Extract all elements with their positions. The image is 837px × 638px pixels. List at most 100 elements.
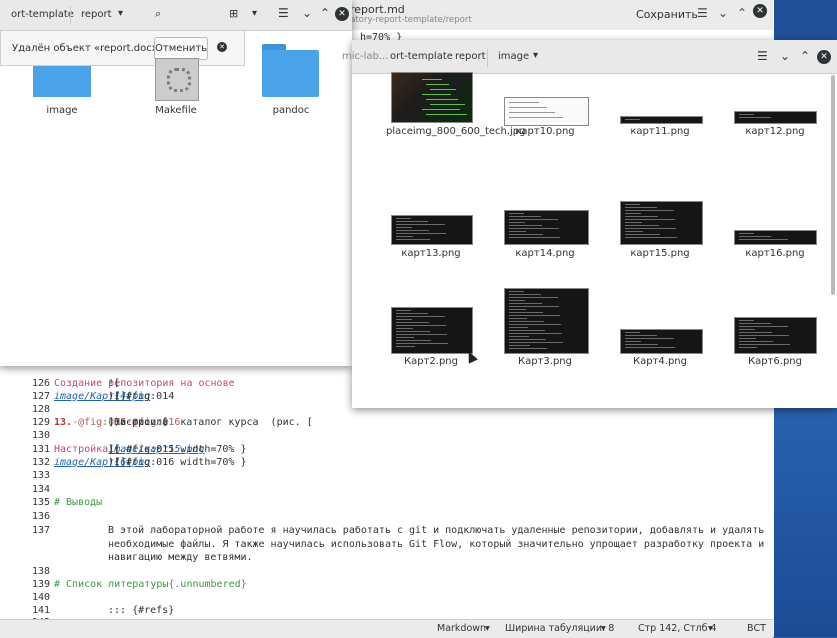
fm2-headerbar: mic-lab... ort-template report image ▾ ☰…: [342, 40, 837, 74]
image-thumbnail[interactable]: [620, 329, 703, 354]
image-thumbnail[interactable]: [620, 201, 703, 245]
menu-icon[interactable]: ☰: [757, 49, 768, 63]
text-span: ){ #fig:015 width=70% }: [108, 444, 247, 455]
notification-text: Удалён объект «report.docx»: [12, 43, 164, 54]
editor-statusbar: Markdown ▾ Ширина табуляции: 8 ▾ Стр 142…: [0, 619, 773, 638]
fm1-headerbar: ort-template report ▾ ⌕ ⊞ ▾ ☰ ⌄ ⌃ ✕: [0, 0, 352, 31]
close-icon[interactable]: ✕: [817, 50, 831, 64]
menu-icon[interactable]: ☰: [697, 6, 708, 20]
image-filename: Карт6.png: [748, 356, 802, 367]
line-number: 138: [31, 566, 50, 577]
syntax-selector[interactable]: Markdown: [437, 623, 486, 634]
item-label: image: [46, 105, 78, 116]
line-number: 133: [31, 470, 50, 481]
maximize-icon[interactable]: ⌃: [320, 6, 330, 20]
minimize-icon[interactable]: ⌄: [718, 6, 728, 20]
image-thumbnail[interactable]: [734, 111, 817, 124]
image-filename: Карт4.png: [633, 356, 687, 367]
image-thumbnail[interactable]: [391, 215, 473, 245]
breadcrumb-parent[interactable]: mic-lab...: [342, 51, 388, 62]
line-number: 127: [31, 391, 50, 402]
item-label: Makefile: [155, 105, 197, 116]
text-line[interactable]: ![](image/Карт14.png){ #fig:014: [54, 391, 174, 402]
image-thumbnail[interactable]: [504, 288, 589, 354]
close-icon[interactable]: ✕: [753, 4, 767, 18]
chevron-down-icon[interactable]: ▾: [533, 50, 538, 61]
text-line[interactable]: ![](image/Карт16.png){ #fig:016 width=70…: [54, 457, 246, 468]
image-thumbnail[interactable]: [620, 116, 703, 124]
text-span: ![: [108, 378, 121, 389]
close-icon[interactable]: ✕: [335, 7, 349, 21]
image-filename: карт12.png: [745, 126, 805, 137]
tab-width-selector[interactable]: Ширина табуляции: 8: [505, 623, 614, 634]
text-span: ){ #fig:014: [108, 391, 175, 402]
image-filename: Карт3.png: [518, 356, 572, 367]
line-number: 132: [31, 457, 50, 468]
text-span: ){ #fig:016 width=70% }: [108, 457, 247, 468]
minimize-icon[interactable]: ⌄: [780, 49, 790, 63]
breadcrumb-divider: [487, 49, 488, 67]
insert-mode: ВСТ: [747, 623, 766, 634]
image-thumbnail[interactable]: [391, 307, 473, 354]
text-span: Настройка: [54, 444, 109, 455]
image-thumbnail[interactable]: [504, 210, 589, 245]
line-number: 128: [31, 404, 50, 415]
minimize-icon[interactable]: ⌄: [302, 6, 312, 20]
breadcrumb-report[interactable]: report: [81, 9, 112, 20]
view-toggle-icon[interactable]: ⊞: [229, 7, 238, 20]
text-line[interactable]: ![Настройка](image/карт15.png){ #fig:015…: [54, 444, 246, 455]
text-span: навигацию между ветвями.: [108, 552, 253, 563]
save-button[interactable]: Сохранить: [636, 8, 698, 21]
line-number: 139: [31, 579, 50, 590]
text-span: необходимые файлы. Я также научилась исп…: [108, 539, 765, 550]
text-span: # Выводы: [54, 497, 103, 508]
tab-width-dropdown-icon[interactable]: ▾: [601, 623, 606, 634]
cursor-position[interactable]: Стр 142, Стлб 4: [638, 623, 717, 634]
image-filename: карт16.png: [745, 248, 805, 259]
folder-image-item[interactable]: [33, 66, 91, 97]
breadcrumb-report[interactable]: report: [455, 51, 486, 62]
image-filename: карт11.png: [630, 126, 690, 137]
line-number: 131: [31, 444, 50, 455]
image-thumbnail[interactable]: [391, 72, 473, 123]
text-span: Создание репозитория на основе: [54, 378, 235, 389]
text-span: ]): [108, 417, 121, 428]
breadcrumb-ort-template[interactable]: ort-template: [390, 51, 453, 62]
text-line[interactable]: ![Создание репозитория на основе: [54, 378, 235, 389]
text-line[interactable]: # Выводы: [54, 497, 102, 508]
text-span: 13.: [54, 417, 73, 428]
search-icon[interactable]: ⌕: [155, 7, 161, 21]
image-thumbnail[interactable]: [504, 97, 589, 126]
menu-icon[interactable]: ☰: [278, 6, 289, 20]
line-number: 137: [31, 525, 50, 536]
image-filename: карт13.png: [401, 248, 461, 259]
maximize-icon[interactable]: ⌃: [737, 6, 747, 20]
line-number: 141: [31, 605, 50, 616]
text-line[interactable]: # Список литературы{.unnumbered}: [54, 579, 247, 590]
breadcrumb-image[interactable]: image: [498, 51, 529, 62]
image-filename: placeimg_800_600_tech.jpg: [386, 126, 526, 137]
maximize-icon[interactable]: ⌃: [800, 49, 810, 63]
chevron-down-icon[interactable]: ▾: [118, 8, 123, 19]
syntax-dropdown-icon[interactable]: ▾: [485, 623, 490, 634]
line-number: 140: [31, 592, 50, 603]
text-span: В этой лабораторной работе я научилась р…: [108, 525, 765, 536]
scrollbar[interactable]: [831, 75, 835, 295]
line-number: 130: [31, 430, 50, 441]
image-thumbnail[interactable]: [734, 317, 817, 354]
undo-button[interactable]: Отменить: [154, 37, 208, 60]
text-line[interactable]: 13. Настроила каталог курса (рис. [-@fig…: [54, 417, 313, 428]
line-number: 136: [31, 511, 50, 522]
cursor-dropdown-icon[interactable]: ▾: [708, 623, 713, 634]
makefile-icon[interactable]: [155, 58, 199, 101]
breadcrumb-divider: [70, 6, 71, 24]
breadcrumb-ort-template[interactable]: ort-template: [11, 9, 74, 20]
text-span: ::: {#refs}: [108, 605, 175, 616]
line-number: 126: [31, 378, 50, 389]
image-thumbnail[interactable]: [734, 230, 817, 245]
image-filename: карт14.png: [515, 248, 575, 259]
close-notification-icon[interactable]: ✕: [217, 42, 227, 52]
line-number: 129: [31, 417, 50, 428]
view-options-chevron-icon[interactable]: ▾: [252, 8, 257, 19]
folder-icon: [262, 50, 319, 97]
